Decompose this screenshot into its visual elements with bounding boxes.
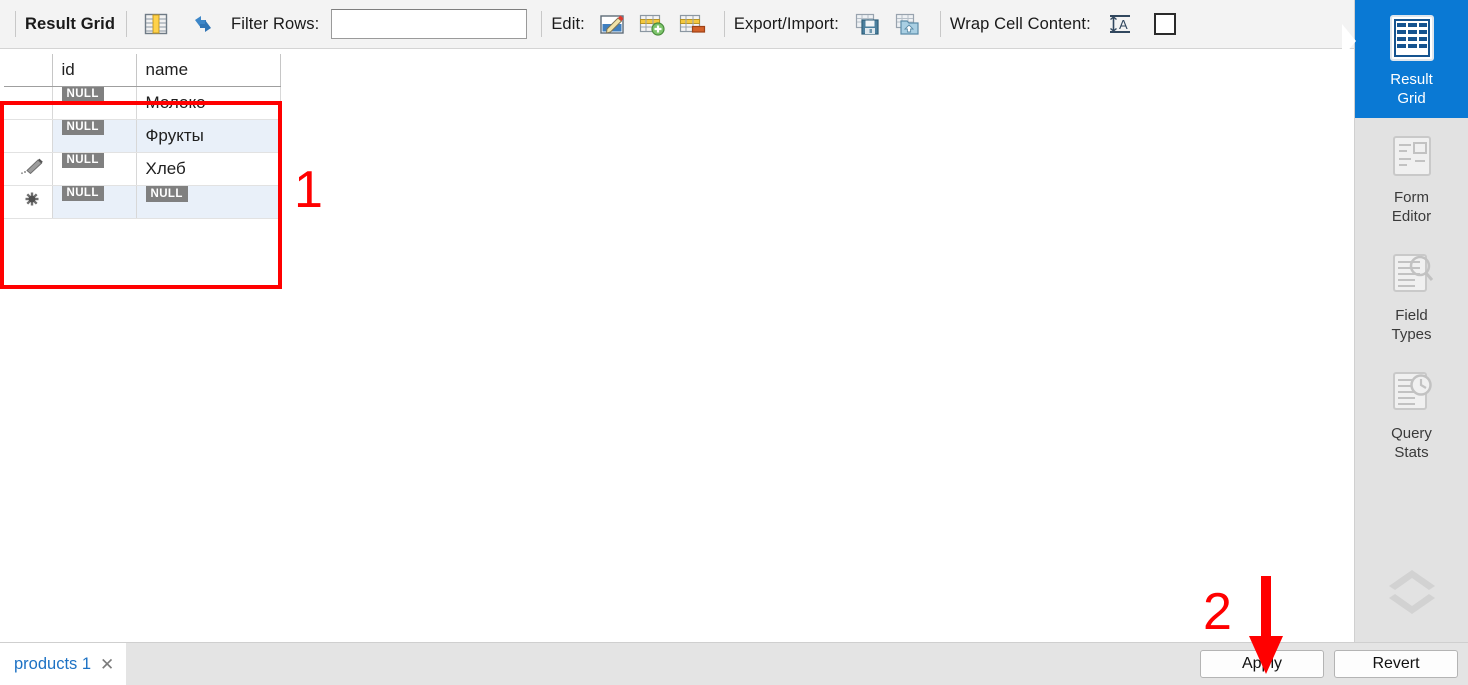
toolbar-divider (126, 11, 128, 37)
result-grid-area: id name NULL Молоко NULL Фрукты NULL Хле… (0, 49, 1354, 674)
null-badge: NULL (61, 86, 104, 102)
sidebar-label-result-grid: Result Grid (1390, 70, 1433, 108)
label-line: Types (1391, 326, 1432, 343)
active-pointer-icon (1342, 24, 1356, 58)
label-line: Grid (1397, 90, 1426, 107)
form-editor-icon (1384, 128, 1440, 184)
row-marker-edited[interactable] (4, 152, 53, 186)
toolbar-divider (15, 11, 16, 37)
table-header-row: id name (4, 54, 281, 87)
upper-region: Result Grid Filter Rows: Edit: Export/Im… (0, 0, 1468, 674)
edit-label: Edit: (551, 14, 585, 33)
insert-row-icon[interactable] (635, 8, 669, 40)
export-floppy-icon[interactable] (851, 8, 885, 40)
null-badge: NULL (61, 152, 104, 168)
filter-rows-label: Filter Rows: (231, 14, 320, 33)
toolbar-divider (723, 11, 725, 37)
sidebar-item-form-editor[interactable]: Form Editor (1355, 118, 1468, 236)
chevron-up-icon[interactable] (1385, 566, 1439, 592)
grid-columns-icon[interactable] (139, 8, 173, 40)
table-row[interactable]: NULL Молоко (4, 86, 281, 120)
null-badge: NULL (145, 185, 188, 202)
column-header-marker[interactable] (4, 54, 53, 87)
label-line: Result (1390, 71, 1433, 88)
column-header-name[interactable]: name (136, 54, 281, 87)
label-line: Stats (1394, 444, 1429, 461)
sidebar-scroll-controls[interactable] (1355, 566, 1468, 642)
label-line: Query (1391, 425, 1432, 442)
row-marker-new[interactable] (4, 185, 53, 219)
row-marker[interactable] (4, 86, 53, 120)
sidebar-label-form-editor: Form Editor (1392, 188, 1431, 226)
query-stats-icon (1384, 364, 1440, 420)
cell-id[interactable]: NULL (52, 152, 137, 186)
import-folder-icon[interactable] (891, 8, 925, 40)
table-row[interactable]: NULL Хлеб (4, 152, 281, 186)
wrap-cell-content-checkbox[interactable] (1153, 13, 1176, 35)
label-line: Form (1394, 189, 1429, 206)
null-badge: NULL (61, 119, 104, 135)
table-row-new[interactable]: NULL NULL (4, 185, 281, 219)
result-grid-toolbar: Result Grid Filter Rows: Edit: Export/Im… (0, 0, 1354, 49)
label-line: Field (1395, 307, 1428, 324)
toolbar-divider (939, 11, 941, 37)
annotation-label-1: 1 (294, 161, 323, 219)
bottom-action-bar: products 1 ✕ Apply Revert (0, 642, 1468, 685)
row-marker[interactable] (4, 119, 53, 153)
mysql-workbench-result-pane: Result Grid Filter Rows: Edit: Export/Im… (0, 0, 1468, 685)
result-grid-icon (1384, 10, 1440, 66)
table-row[interactable]: NULL Фрукты (4, 119, 281, 153)
result-grid-title: Result Grid (25, 14, 116, 33)
cell-name[interactable]: NULL (136, 185, 281, 219)
wrap-text-icon[interactable]: A (1103, 8, 1137, 40)
result-tab-strip: products 1 ✕ (0, 643, 127, 685)
edit-pencil-marker-icon (21, 158, 44, 175)
close-icon[interactable]: ✕ (100, 656, 114, 673)
work-column: Result Grid Filter Rows: Edit: Export/Im… (0, 0, 1354, 674)
sidebar-item-result-grid[interactable]: Result Grid (1342, 0, 1468, 118)
chevron-down-icon[interactable] (1385, 592, 1439, 618)
wrap-cell-content-label: Wrap Cell Content: (949, 14, 1091, 33)
result-grid-table[interactable]: id name NULL Молоко NULL Фрукты NULL Хле… (4, 54, 281, 219)
bottom-filler (126, 643, 1200, 685)
tab-products-1[interactable]: products 1 (14, 655, 91, 674)
cell-id[interactable]: NULL (52, 86, 137, 120)
cell-id[interactable]: NULL (52, 185, 137, 219)
label-line: Editor (1391, 208, 1432, 225)
apply-button[interactable]: Apply (1200, 650, 1324, 678)
sidebar-item-field-types[interactable]: Field Types (1355, 236, 1468, 354)
cell-name[interactable]: Хлеб (136, 152, 281, 186)
refresh-icon[interactable] (186, 8, 220, 40)
field-types-icon (1384, 246, 1440, 302)
column-header-id[interactable]: id (52, 54, 137, 87)
revert-button[interactable]: Revert (1334, 650, 1458, 678)
delete-row-icon[interactable] (675, 8, 709, 40)
cell-name[interactable]: Фрукты (136, 119, 281, 153)
result-view-sidebar: Result Grid Form Editor Field Types Quer… (1342, 0, 1468, 642)
sidebar-label-query-stats: Query Stats (1391, 424, 1432, 462)
cell-name[interactable]: Молоко (136, 86, 281, 120)
export-import-label: Export/Import: (733, 14, 839, 33)
new-row-asterisk-marker-icon (25, 192, 39, 206)
sidebar-item-query-stats[interactable]: Query Stats (1355, 354, 1468, 472)
annotation-label-2: 2 (1203, 583, 1232, 641)
cell-id[interactable]: NULL (52, 119, 137, 153)
null-badge: NULL (61, 185, 104, 201)
svg-text:A: A (1119, 17, 1128, 32)
sidebar-label-field-types: Field Types (1391, 306, 1431, 344)
filter-rows-input[interactable] (331, 9, 528, 39)
edit-pencil-icon[interactable] (595, 8, 629, 40)
toolbar-divider (541, 11, 543, 37)
